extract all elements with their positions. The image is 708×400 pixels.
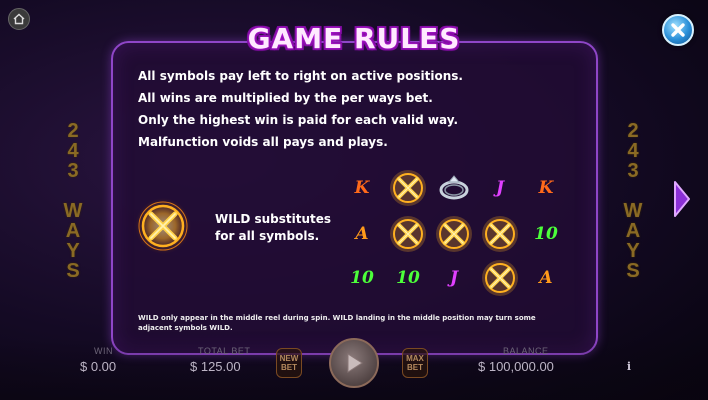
wild-description-line: WILD substitutes <box>215 212 332 226</box>
balance-value: $ 100,000.00 <box>478 359 554 374</box>
grid-symbol-letter: 10 <box>396 268 420 288</box>
balance-label: BALANCE <box>503 346 549 356</box>
rules-list: All symbols pay left to right on active … <box>138 68 578 156</box>
wild-x-icon <box>482 260 518 296</box>
example-symbol-grid: K J K A 10 10 10 J A <box>340 168 572 306</box>
info-icon[interactable]: i <box>624 360 634 374</box>
silver-ring-icon <box>439 175 469 200</box>
max-bet-button[interactable]: MAX BET <box>402 348 428 378</box>
grid-symbol-letter: 10 <box>350 268 374 288</box>
grid-symbol-wild <box>478 214 522 254</box>
max-bet-label: BET <box>407 363 423 372</box>
grid-symbol: J <box>432 258 476 298</box>
next-page-button[interactable] <box>670 178 694 220</box>
grid-symbol: 10 <box>386 258 430 298</box>
wild-x-icon <box>135 198 191 254</box>
wild-x-icon <box>482 216 518 252</box>
grid-symbol: J <box>478 168 522 208</box>
grid-symbol-letter: K <box>538 178 554 198</box>
win-value: $ 0.00 <box>80 359 117 374</box>
grid-symbol-letter: J <box>449 268 459 288</box>
max-bet-label: MAX <box>406 354 424 363</box>
rule-line: Malfunction voids all pays and plays. <box>138 135 388 149</box>
wild-symbol <box>133 196 193 256</box>
wild-x-icon <box>436 216 472 252</box>
total-bet-value: $ 125.00 <box>190 359 241 374</box>
ways-banner-left: 243 WAYS <box>62 120 84 280</box>
wild-x-icon <box>390 170 426 206</box>
grid-symbol-wild <box>478 258 522 298</box>
grid-symbol: K <box>340 168 384 208</box>
grid-symbol: 10 <box>340 258 384 298</box>
page-title: GAME RULES <box>247 22 461 55</box>
new-bet-label: NEW <box>279 354 299 363</box>
total-bet-label: TOTAL BET <box>198 346 251 356</box>
grid-symbol: 10 <box>524 214 568 254</box>
grid-symbol-wild <box>432 214 476 254</box>
rule-line: All symbols pay left to right on active … <box>138 69 463 83</box>
grid-symbol-ring <box>432 168 476 208</box>
wild-x-icon <box>390 216 426 252</box>
grid-symbol-letter: A <box>355 224 369 244</box>
footnote-line: adjacent symbols WILD. <box>138 324 233 332</box>
footnote-line: WILD only appear in the middle reel duri… <box>138 314 536 322</box>
wild-description-line: for all symbols. <box>215 229 320 243</box>
grid-symbol-wild <box>386 214 430 254</box>
wild-description: WILD substitutes for all symbols. <box>215 211 345 245</box>
rule-line: Only the highest win is paid for each va… <box>138 113 458 127</box>
ways-banner-right: 243 WAYS <box>622 120 644 280</box>
grid-symbol: K <box>524 168 568 208</box>
new-bet-label: BET <box>280 363 297 372</box>
grid-symbol: A <box>524 258 568 298</box>
grid-symbol: A <box>340 214 384 254</box>
new-bet-button[interactable]: NEW BET <box>276 348 302 378</box>
grid-symbol-letter: 10 <box>534 224 558 244</box>
next-page-arrow-icon <box>674 181 690 217</box>
grid-symbol-letter: A <box>539 268 553 288</box>
grid-symbol-letter: K <box>354 178 370 198</box>
rule-line: All wins are multiplied by the per ways … <box>138 91 433 105</box>
grid-symbol-wild <box>386 168 430 208</box>
wild-footnote: WILD only appear in the middle reel duri… <box>138 313 578 333</box>
win-label: WIN <box>94 346 113 356</box>
play-triangle-icon <box>347 353 363 373</box>
grid-symbol-letter: J <box>495 178 505 198</box>
spin-button[interactable] <box>329 338 379 388</box>
